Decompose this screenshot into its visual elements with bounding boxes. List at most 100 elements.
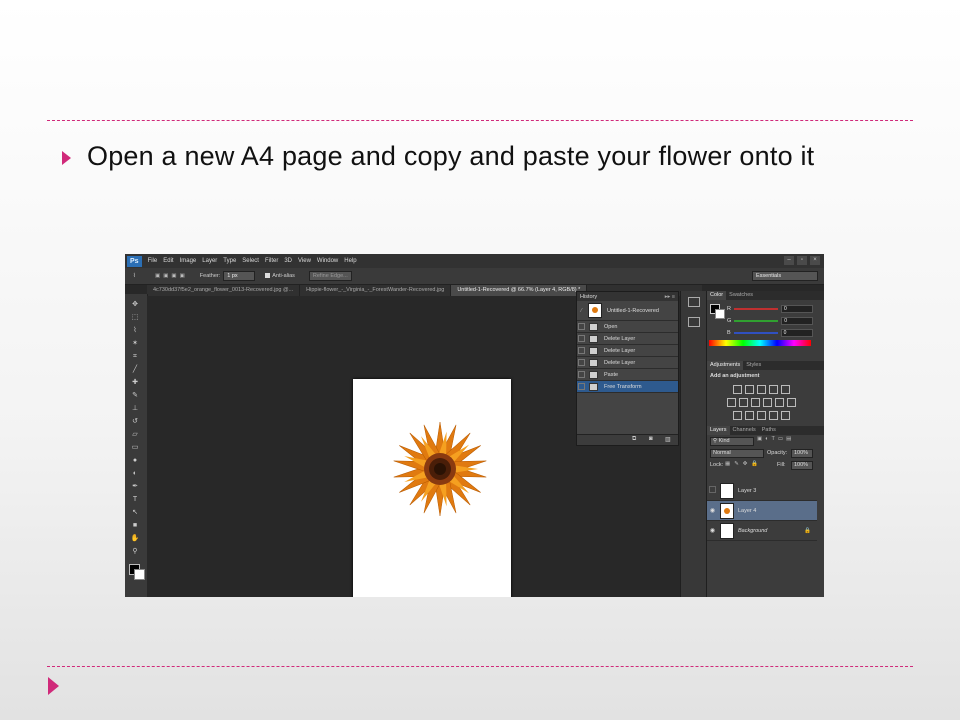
curves-icon[interactable] <box>757 385 766 394</box>
menu-3d[interactable]: 3D <box>284 258 292 264</box>
type-tool-icon[interactable]: T <box>130 495 140 505</box>
exposure-icon[interactable] <box>769 385 778 394</box>
lasso-tool-icon[interactable]: ⌇ <box>130 326 140 336</box>
eyedropper-tool-icon[interactable]: ╱ <box>130 365 140 375</box>
menu-image[interactable]: Image <box>180 258 197 264</box>
eraser-tool-icon[interactable]: ▱ <box>130 430 140 440</box>
background-color-swatch[interactable] <box>134 569 145 580</box>
trash-icon[interactable]: ▥ <box>665 436 671 443</box>
gradient-map-icon[interactable] <box>769 411 778 420</box>
eye-icon[interactable]: ◉ <box>707 507 718 514</box>
color-lookup-icon[interactable] <box>787 398 796 407</box>
tab-layers[interactable]: Layers <box>707 426 730 435</box>
history-source-cell[interactable] <box>577 345 586 356</box>
history-step[interactable]: Delete Layer <box>577 345 678 357</box>
layer-row-selected[interactable]: ◉ Layer 4 <box>707 501 817 521</box>
color-spectrum[interactable] <box>709 340 811 346</box>
close-icon[interactable]: × <box>810 256 820 265</box>
tab-untitled[interactable]: Untitled-1-Recovered @ 66.7% (Layer 4, R… <box>451 285 588 296</box>
history-source-cell[interactable] <box>577 357 586 368</box>
vibrance-icon[interactable] <box>781 385 790 394</box>
menu-edit[interactable]: Edit <box>163 258 173 264</box>
history-brush-source-icon[interactable]: ⁄ <box>577 308 586 314</box>
hand-tool-icon[interactable]: ✋ <box>130 534 140 544</box>
red-slider[interactable] <box>733 307 778 310</box>
menu-select[interactable]: Select <box>242 258 259 264</box>
zoom-tool-icon[interactable]: ⚲ <box>130 547 140 557</box>
menu-filter[interactable]: Filter <box>265 258 278 264</box>
tab-channels[interactable]: Channels <box>730 426 759 435</box>
panel-menu-icon[interactable]: ▸▸ ≡ <box>665 294 675 300</box>
shape-tool-icon[interactable]: ■ <box>130 521 140 531</box>
history-step[interactable]: Paste <box>577 369 678 381</box>
color-balance-icon[interactable] <box>739 398 748 407</box>
brush-tool-icon[interactable]: ✎ <box>130 391 140 401</box>
menu-window[interactable]: Window <box>317 258 338 264</box>
minimize-icon[interactable]: – <box>784 256 794 265</box>
tab-styles[interactable]: Styles <box>743 361 764 370</box>
new-document-icon[interactable]: ⧉ <box>632 436 636 443</box>
tab-paths[interactable]: Paths <box>759 426 779 435</box>
green-value-input[interactable]: 0 <box>781 316 814 325</box>
history-step[interactable]: Delete Layer <box>577 333 678 345</box>
threshold-icon[interactable] <box>757 411 766 420</box>
tab-adjustments[interactable]: Adjustments <box>707 361 744 370</box>
history-source-cell[interactable] <box>577 333 586 344</box>
gradient-tool-icon[interactable]: ▭ <box>130 443 140 453</box>
anti-alias-checkbox[interactable]: Anti-alias <box>265 273 295 279</box>
crop-tool-icon[interactable]: ⌗ <box>130 352 140 362</box>
menu-file[interactable]: File <box>148 258 158 264</box>
history-source-cell[interactable] <box>577 381 586 392</box>
history-title[interactable]: History <box>580 294 597 300</box>
channel-mixer-icon[interactable] <box>775 398 784 407</box>
posterize-icon[interactable] <box>745 411 754 420</box>
history-brush-tool-icon[interactable]: ↺ <box>130 417 140 427</box>
history-snapshot[interactable]: ⁄ Untitled-1-Recovered <box>577 301 678 321</box>
history-step[interactable]: Open <box>577 321 678 333</box>
layer-row[interactable]: ◉ Background 🔒 <box>707 521 817 541</box>
stamp-tool-icon[interactable]: ⊥ <box>130 404 140 414</box>
path-select-tool-icon[interactable]: ↖ <box>130 508 140 518</box>
history-source-cell[interactable] <box>577 369 586 380</box>
tab-color[interactable]: Color <box>707 291 727 300</box>
lasso-tool-icon[interactable]: ⌇ <box>133 273 145 279</box>
blue-slider[interactable] <box>733 331 778 334</box>
document-page[interactable] <box>353 379 511 597</box>
marquee-tool-icon[interactable]: ⬚ <box>130 313 140 323</box>
quick-select-tool-icon[interactable]: ✶ <box>130 339 140 349</box>
menu-help[interactable]: Help <box>344 258 356 264</box>
tab-hippie-flower[interactable]: Hippie-flower_-_Virginia_-_ForestWander-… <box>300 285 452 296</box>
photo-filter-icon[interactable] <box>763 398 772 407</box>
green-slider[interactable] <box>734 319 779 322</box>
black-white-icon[interactable] <box>751 398 760 407</box>
menu-layer[interactable]: Layer <box>202 258 217 264</box>
selective-color-icon[interactable] <box>781 411 790 420</box>
feather-input[interactable]: 1 px <box>223 271 256 281</box>
workspace-select[interactable]: Essentials <box>752 271 818 281</box>
tab-orange-flower[interactable]: 4c730dd37f5e2_orange_flower_0013-Recover… <box>147 285 301 296</box>
healing-tool-icon[interactable]: ✚ <box>130 378 140 388</box>
visibility-toggle[interactable] <box>707 486 718 495</box>
brightness-icon[interactable] <box>733 385 742 394</box>
refine-edge-button[interactable]: Refine Edge... <box>308 271 352 281</box>
restore-icon[interactable]: ▫ <box>797 256 807 265</box>
history-dock-icon[interactable] <box>688 297 700 307</box>
layer-filter-select[interactable]: ⚲ Kind <box>710 437 754 446</box>
move-tool-icon[interactable]: ✥ <box>130 300 140 310</box>
history-step-selected[interactable]: Free Transform <box>577 381 678 393</box>
history-step[interactable]: Delete Layer <box>577 357 678 369</box>
dodge-tool-icon[interactable]: ◐ <box>130 469 140 479</box>
history-source-cell[interactable] <box>577 321 586 332</box>
pen-tool-icon[interactable]: ✒ <box>130 482 140 492</box>
blur-tool-icon[interactable]: ● <box>130 456 140 466</box>
layer-row[interactable]: Layer 3 <box>707 481 817 501</box>
background-swatch[interactable] <box>715 309 725 319</box>
levels-icon[interactable] <box>745 385 754 394</box>
blend-mode-select[interactable]: Normal <box>710 449 764 458</box>
tab-swatches[interactable]: Swatches <box>726 291 756 300</box>
properties-dock-icon[interactable] <box>688 317 700 327</box>
camera-icon[interactable]: ◙ <box>649 436 653 442</box>
hue-saturation-icon[interactable] <box>727 398 736 407</box>
menu-type[interactable]: Type <box>223 258 236 264</box>
lock-icons[interactable]: ▦✎✥🔒 <box>725 461 762 467</box>
